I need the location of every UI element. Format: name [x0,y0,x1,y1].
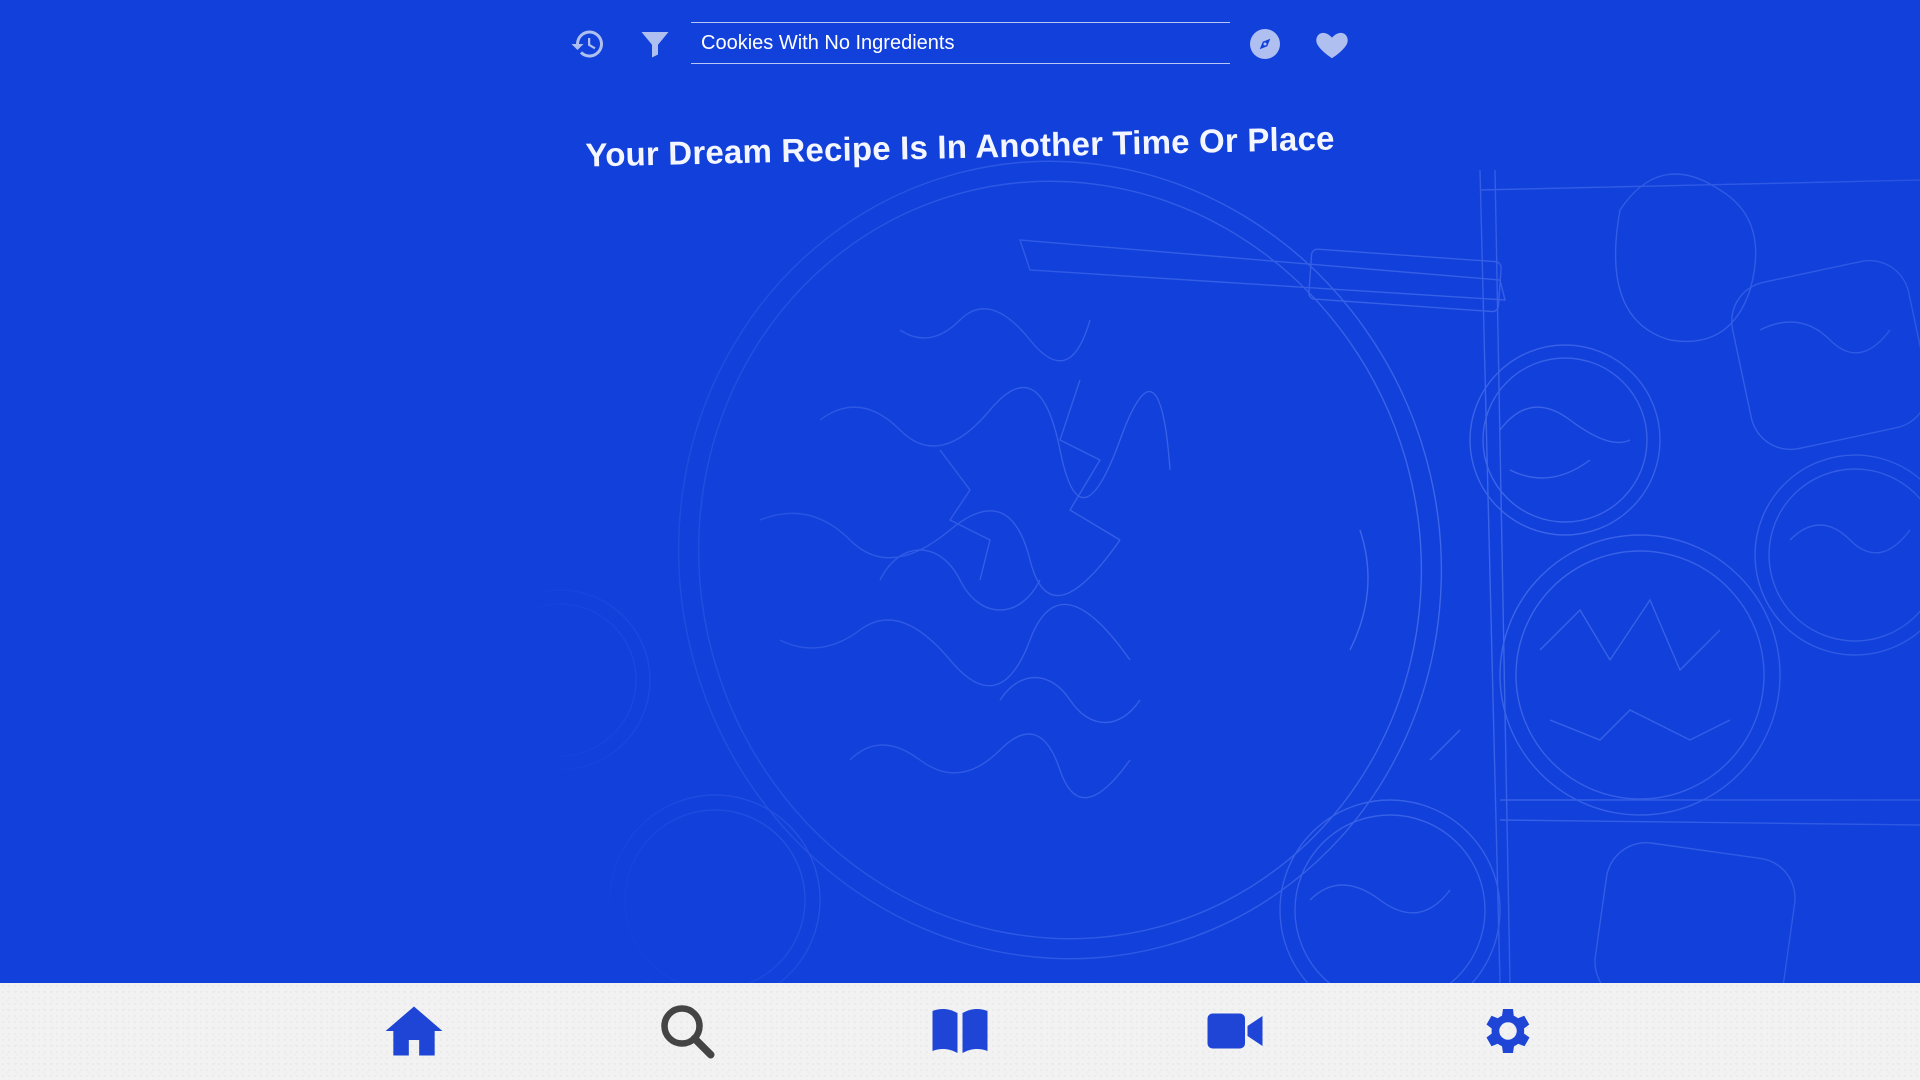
top-bar [560,16,1360,76]
headline: Your Dream Recipe Is In Another Time Or … [585,119,1335,174]
nav-search[interactable] [649,993,725,1069]
nav-settings[interactable] [1470,993,1546,1069]
nav-home[interactable] [376,993,452,1069]
heart-icon [1316,32,1348,59]
history-button[interactable] [560,16,616,72]
bottom-nav [0,983,1920,1080]
video-icon [1207,1013,1263,1049]
history-icon [571,30,603,58]
search-input[interactable] [691,23,1230,63]
nav-recipes[interactable] [922,993,998,1069]
home-icon [385,1006,443,1056]
book-icon [932,1008,988,1053]
gear-icon [1486,1009,1530,1053]
favorites-button[interactable] [1304,16,1360,72]
nav-videos[interactable] [1197,993,1273,1069]
search-icon [661,1005,715,1059]
explore-button[interactable] [1237,16,1293,72]
compass-icon [1250,29,1280,59]
main-area: Your Dream Recipe Is In Another Time Or … [0,0,1920,983]
filter-button[interactable] [627,16,683,72]
search-field[interactable] [691,22,1230,64]
filter-icon [641,32,669,58]
